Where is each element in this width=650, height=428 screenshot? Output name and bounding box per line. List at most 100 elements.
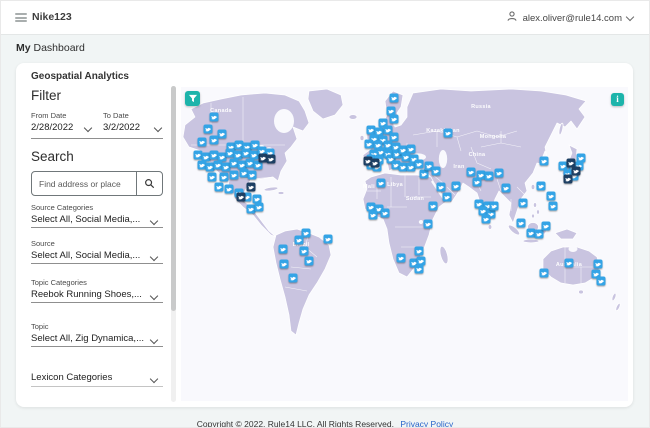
user-menu[interactable]: alex.oliver@rule14.com: [506, 9, 635, 27]
tweet-marker[interactable]: [481, 214, 491, 224]
tweet-marker[interactable]: [548, 201, 558, 211]
tweet-marker-dark[interactable]: [370, 158, 380, 168]
tweet-marker[interactable]: [431, 166, 441, 176]
tweet-marker[interactable]: [288, 273, 298, 283]
tweet-marker[interactable]: [539, 156, 549, 166]
divider: [31, 263, 163, 264]
tweet-marker[interactable]: [423, 219, 433, 229]
tweet-marker[interactable]: [389, 93, 399, 103]
to-date-select[interactable]: 3/2/2022: [103, 122, 140, 133]
copyright-text: Copyright © 2022, Rule14 LLC, All Rights…: [196, 419, 394, 428]
tweet-marker-dark[interactable]: [266, 154, 276, 164]
tweet-marker[interactable]: [593, 259, 603, 269]
topic-label: Topic: [31, 322, 49, 331]
tweet-marker-dark[interactable]: [571, 166, 581, 176]
tweet-marker[interactable]: [389, 114, 399, 124]
world-map[interactable]: i CanadaRussiaKazakhstanMongoliaChinaIra…: [181, 87, 628, 401]
tweet-marker[interactable]: [203, 124, 213, 134]
tweet-marker[interactable]: [494, 168, 504, 178]
tweet-marker[interactable]: [466, 167, 476, 177]
tweet-marker[interactable]: [428, 201, 438, 211]
chevron-down-icon[interactable]: [149, 374, 159, 384]
breadcrumb: My Dashboard: [16, 42, 85, 54]
tweet-marker-dark[interactable]: [246, 182, 256, 192]
tweet-marker[interactable]: [564, 258, 574, 268]
tweet-marker[interactable]: [376, 178, 386, 188]
tweet-marker[interactable]: [207, 172, 217, 182]
tweet-marker[interactable]: [217, 129, 227, 139]
tweet-marker[interactable]: [442, 192, 452, 202]
tweet-marker[interactable]: [501, 183, 511, 193]
filter-heading: Filter: [31, 88, 61, 103]
map-info-button[interactable]: i: [611, 93, 624, 106]
chevron-down-icon[interactable]: [149, 335, 159, 345]
source-select[interactable]: Select All, Social Media,...: [31, 250, 140, 261]
map-filter-button[interactable]: [185, 91, 200, 106]
tweet-marker[interactable]: [546, 191, 556, 201]
tweet-marker[interactable]: [214, 182, 224, 192]
tweet-marker[interactable]: [197, 137, 207, 147]
chevron-down-icon[interactable]: [153, 123, 163, 133]
tweet-marker-dark[interactable]: [563, 174, 573, 184]
tweet-marker[interactable]: [209, 135, 219, 145]
tweet-marker[interactable]: [219, 172, 229, 182]
tweet-marker[interactable]: [414, 246, 424, 256]
scrollbar-thumb[interactable]: [171, 86, 176, 311]
tweet-marker[interactable]: [596, 276, 606, 286]
tweet-marker[interactable]: [539, 268, 549, 278]
tweet-marker[interactable]: [451, 181, 461, 191]
search-box: [31, 171, 163, 196]
from-date-select[interactable]: 2/28/2022: [31, 122, 73, 133]
source-categories-label: Source Categories: [31, 203, 94, 212]
topic-categories-select[interactable]: Reebok Running Shoes,...: [31, 289, 142, 300]
tweet-marker[interactable]: [414, 264, 424, 274]
tweet-marker[interactable]: [323, 234, 333, 244]
chevron-down-icon[interactable]: [149, 252, 159, 262]
tweet-marker[interactable]: [380, 208, 390, 218]
tweet-marker[interactable]: [484, 171, 494, 181]
tweet-marker[interactable]: [472, 177, 482, 187]
tweet-marker[interactable]: [419, 169, 429, 179]
tweet-marker[interactable]: [534, 229, 544, 239]
tweet-marker[interactable]: [518, 198, 528, 208]
search-button[interactable]: [136, 172, 162, 195]
tweet-marker[interactable]: [247, 170, 257, 180]
tweet-marker[interactable]: [436, 182, 446, 192]
page-footer: Copyright © 2022, Rule14 LLC, All Rights…: [1, 419, 649, 428]
tweet-marker[interactable]: [304, 256, 314, 266]
tweet-marker[interactable]: [224, 184, 234, 194]
search-heading: Search: [31, 149, 74, 164]
tweet-marker[interactable]: [516, 218, 526, 228]
tweet-marker[interactable]: [414, 159, 424, 169]
tweet-marker[interactable]: [229, 170, 239, 180]
filter-panel: Filter From Date 2/28/2022 To Date 3/2/2…: [29, 86, 179, 402]
tweet-marker[interactable]: [443, 128, 453, 138]
privacy-policy-link[interactable]: Privacy Policy: [400, 419, 453, 427]
chevron-down-icon[interactable]: [149, 216, 159, 226]
tweet-marker[interactable]: [536, 181, 546, 191]
tweet-marker[interactable]: [278, 244, 288, 254]
tweet-marker[interactable]: [254, 202, 264, 212]
tweet-marker[interactable]: [396, 253, 406, 263]
tweet-marker[interactable]: [541, 221, 551, 231]
divider: [31, 346, 163, 347]
chevron-down-icon[interactable]: [149, 291, 159, 301]
info-icon: i: [616, 94, 619, 104]
source-categories-select[interactable]: Select All, Social Media,...: [31, 214, 140, 225]
lexicon-categories-select[interactable]: Lexicon Categories: [31, 372, 112, 383]
tweet-marker[interactable]: [299, 246, 309, 256]
tweet-marker[interactable]: [294, 235, 304, 245]
tweet-marker[interactable]: [368, 210, 378, 220]
panel-scrollbar: [171, 86, 176, 402]
chevron-down-icon[interactable]: [83, 123, 93, 133]
topic-select[interactable]: Select All, Zig Dynamica,...: [31, 333, 144, 344]
tweet-marker[interactable]: [364, 139, 374, 149]
tweet-marker[interactable]: [209, 112, 219, 122]
hamburger-menu-icon[interactable]: [15, 13, 27, 22]
tweet-marker-dark[interactable]: [236, 192, 246, 202]
tweet-marker[interactable]: [279, 259, 289, 269]
top-navbar: Nike123 alex.oliver@rule14.com: [1, 1, 649, 35]
tweet-marker[interactable]: [489, 201, 499, 211]
world-map-svg: [182, 88, 621, 336]
search-input[interactable]: [32, 178, 136, 189]
